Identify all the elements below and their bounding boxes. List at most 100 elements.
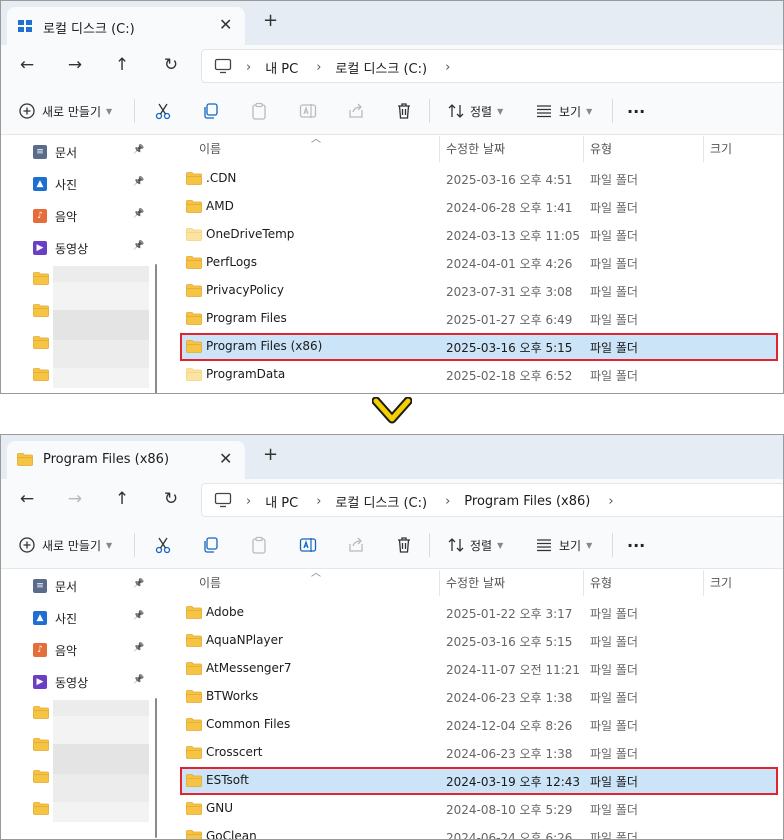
pin-icon[interactable]: 📌 <box>133 209 144 219</box>
column-name[interactable]: 이름 <box>199 140 221 160</box>
sidebar-item-pictures[interactable]: ▲ 사진 <box>33 608 77 628</box>
rename-button[interactable] <box>298 101 318 121</box>
pin-icon[interactable]: 📌 <box>133 675 144 685</box>
file-row[interactable]: Program Files (x86) 2025-03-16 오후 5:15 파일 … <box>180 333 778 361</box>
view-button[interactable]: 보기 ▼ <box>534 535 592 555</box>
copy-button[interactable] <box>201 101 221 121</box>
new-tab-icon[interactable]: + <box>263 12 278 30</box>
column-divider[interactable] <box>583 136 584 162</box>
sort-button[interactable]: 정렬 ▼ <box>446 535 503 555</box>
sidebar-item-documents[interactable]: ≡ 문서 <box>33 576 77 596</box>
sidebar-item-pictures[interactable]: ▲ 사진 <box>33 174 77 194</box>
share-button[interactable] <box>346 535 366 555</box>
file-row[interactable]: BTWorks 2024-06-23 오후 1:38 파일 폴더 <box>181 684 777 710</box>
pin-icon[interactable]: 📌 <box>133 145 144 155</box>
refresh-button[interactable]: ↻ <box>159 53 183 77</box>
folder-icon[interactable] <box>33 706 49 719</box>
delete-button[interactable] <box>394 101 414 121</box>
more-options-button[interactable]: ··· <box>627 101 645 121</box>
folder-icon[interactable] <box>33 802 49 815</box>
chevron-right-icon[interactable]: › <box>445 494 450 509</box>
column-date[interactable]: 수정한 날짜 <box>446 574 505 594</box>
sidebar-item-documents[interactable]: ≡ 문서 <box>33 142 77 162</box>
chevron-right-icon[interactable]: › <box>316 494 321 509</box>
file-row[interactable]: GoClean 2024-06-24 오후 6:26 파일 폴더 <box>181 824 777 839</box>
forward-button[interactable]: → <box>63 487 87 511</box>
sidebar-scrollbar[interactable] <box>155 264 157 393</box>
column-type[interactable]: 유형 <box>590 574 612 594</box>
pin-icon[interactable]: 📌 <box>133 579 144 589</box>
column-divider[interactable] <box>703 570 704 596</box>
file-row[interactable]: Crosscert 2024-06-23 오후 1:38 파일 폴더 <box>181 740 777 766</box>
column-size[interactable]: 크기 <box>710 140 732 160</box>
tab-active[interactable]: 로컬 디스크 (C:) ✕ <box>7 7 245 45</box>
paste-button[interactable] <box>249 101 269 121</box>
up-button[interactable]: ↑ <box>110 53 134 77</box>
folder-icon[interactable] <box>33 368 49 381</box>
new-tab-icon[interactable]: + <box>263 446 278 464</box>
address-field[interactable]: › 내 PC › 로컬 디스크 (C:) › <box>201 49 783 83</box>
back-button[interactable]: ← <box>15 487 39 511</box>
file-row[interactable]: ProgramData 2025-02-18 오후 6:52 파일 폴더 <box>181 362 777 388</box>
view-button[interactable]: 보기 ▼ <box>534 101 592 121</box>
pin-icon[interactable]: 📌 <box>133 611 144 621</box>
pin-icon[interactable]: 📌 <box>133 241 144 251</box>
copy-button[interactable] <box>201 535 221 555</box>
column-divider[interactable] <box>439 136 440 162</box>
breadcrumb-item[interactable]: 내 PC <box>265 492 298 511</box>
up-button[interactable]: ↑ <box>110 487 134 511</box>
sidebar-item-music[interactable]: ♪ 음악 <box>33 206 77 226</box>
close-tab-icon[interactable]: ✕ <box>219 15 232 34</box>
sort-button[interactable]: 정렬 ▼ <box>446 101 503 121</box>
share-button[interactable] <box>346 101 366 121</box>
breadcrumb-item[interactable]: 로컬 디스크 (C:) <box>335 492 427 511</box>
tab-active[interactable]: Program Files (x86) ✕ <box>7 441 245 479</box>
cut-button[interactable] <box>153 101 173 121</box>
breadcrumb-item[interactable]: 로컬 디스크 (C:) <box>335 58 427 77</box>
new-button[interactable]: 새로 만들기 ▼ <box>17 101 112 121</box>
sidebar-scrollbar[interactable] <box>155 698 157 838</box>
chevron-right-icon[interactable]: › <box>246 60 251 75</box>
column-name[interactable]: 이름 <box>199 574 221 594</box>
column-divider[interactable] <box>583 570 584 596</box>
column-divider[interactable] <box>703 136 704 162</box>
file-row[interactable]: Program Files 2025-01-27 오후 6:49 파일 폴더 <box>181 306 777 332</box>
folder-icon[interactable] <box>33 304 49 317</box>
new-button[interactable]: 새로 만들기 ▼ <box>17 535 112 555</box>
more-options-button[interactable]: ··· <box>627 535 645 555</box>
breadcrumb-item[interactable]: Program Files (x86) <box>464 494 590 509</box>
column-divider[interactable] <box>439 570 440 596</box>
rename-button[interactable] <box>298 535 318 555</box>
chevron-right-icon[interactable]: › <box>608 494 613 509</box>
chevron-right-icon[interactable]: › <box>316 60 321 75</box>
file-row[interactable]: AtMessenger7 2024-11-07 오전 11:21 파일 폴더 <box>181 656 777 682</box>
file-row[interactable]: Adobe 2025-01-22 오후 3:17 파일 폴더 <box>181 600 777 626</box>
close-tab-icon[interactable]: ✕ <box>219 449 232 468</box>
folder-icon[interactable] <box>33 738 49 751</box>
file-row[interactable]: ESTsoft 2024-03-19 오후 12:43 파일 폴더 <box>180 767 778 795</box>
pin-icon[interactable]: 📌 <box>133 643 144 653</box>
file-row[interactable]: AMD 2024-06-28 오후 1:41 파일 폴더 <box>181 194 777 220</box>
chevron-right-icon[interactable]: › <box>246 494 251 509</box>
address-field[interactable]: › 내 PC › 로컬 디스크 (C:) › Program Files (x86) › <box>201 483 783 517</box>
back-button[interactable]: ← <box>15 53 39 77</box>
column-size[interactable]: 크기 <box>710 574 732 594</box>
column-type[interactable]: 유형 <box>590 140 612 160</box>
file-row[interactable]: PerfLogs 2024-04-01 오후 4:26 파일 폴더 <box>181 250 777 276</box>
folder-icon[interactable] <box>33 336 49 349</box>
file-row[interactable]: .CDN 2025-03-16 오후 4:51 파일 폴더 <box>181 166 777 192</box>
file-row[interactable]: PrivacyPolicy 2023-07-31 오후 3:08 파일 폴더 <box>181 278 777 304</box>
pin-icon[interactable]: 📌 <box>133 177 144 187</box>
paste-button[interactable] <box>249 535 269 555</box>
folder-icon[interactable] <box>33 272 49 285</box>
breadcrumb-item[interactable]: 내 PC <box>265 58 298 77</box>
forward-button[interactable]: → <box>63 53 87 77</box>
file-row[interactable]: Common Files 2024-12-04 오후 8:26 파일 폴더 <box>181 712 777 738</box>
file-row[interactable]: GNU 2024-08-10 오후 5:29 파일 폴더 <box>181 796 777 822</box>
column-date[interactable]: 수정한 날짜 <box>446 140 505 160</box>
delete-button[interactable] <box>394 535 414 555</box>
file-row[interactable]: AquaNPlayer 2025-03-16 오후 5:15 파일 폴더 <box>181 628 777 654</box>
sidebar-item-videos[interactable]: ▶ 동영상 <box>33 238 88 258</box>
cut-button[interactable] <box>153 535 173 555</box>
file-row[interactable]: OneDriveTemp 2024-03-13 오후 11:05 파일 폴더 <box>181 222 777 248</box>
